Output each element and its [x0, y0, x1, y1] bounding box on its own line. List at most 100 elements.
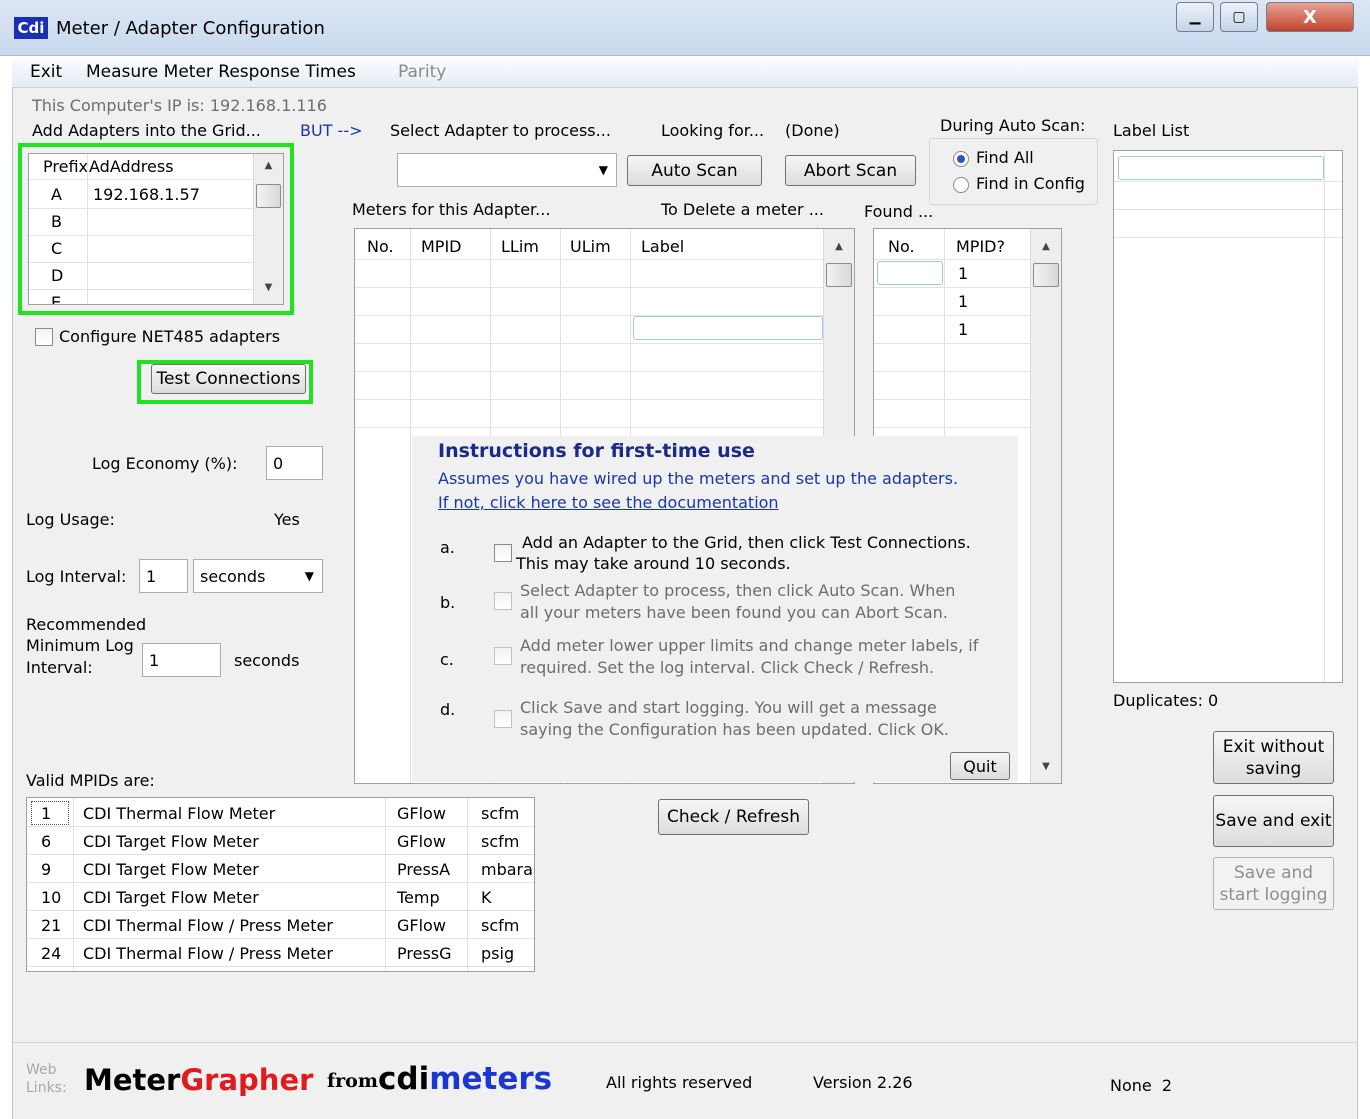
found-grid-scrollbar[interactable]: ▲ ▼: [1030, 229, 1061, 783]
step-letter: b.: [440, 593, 456, 612]
abort-scan-button[interactable]: Abort Scan: [785, 155, 916, 186]
log-interval-unit-value: seconds: [200, 566, 266, 586]
test-connections-button[interactable]: Test Connections: [151, 364, 306, 394]
scroll-down-icon[interactable]: ▼: [254, 282, 283, 293]
duplicates-count: Duplicates: 0: [1113, 691, 1219, 710]
meters-for-adapter-text: Meters for this Adapter...: [352, 200, 551, 219]
mpid-unit: scfm: [481, 916, 520, 935]
menu-parity[interactable]: Parity: [398, 62, 446, 82]
step-letter: a.: [440, 538, 455, 557]
mpid-id: 10: [41, 888, 62, 907]
log-interval-unit-select[interactable]: seconds ▼: [193, 559, 323, 593]
looking-status: (Done): [785, 121, 840, 140]
menu-measure-response-times[interactable]: Measure Meter Response Times: [86, 62, 356, 82]
step-checkbox[interactable]: [494, 544, 512, 562]
log-usage-value: Yes: [274, 510, 300, 529]
step-line1: Click Save and start logging. You will g…: [520, 698, 937, 717]
step-line2: all your meters have been found you can …: [520, 603, 948, 622]
button-label-line1: Exit without: [1222, 736, 1325, 757]
mpid-id: 1: [41, 804, 52, 823]
step-checkbox[interactable]: [494, 592, 512, 610]
recommended-interval-value: 1: [142, 643, 221, 677]
chevron-down-icon: ▼: [304, 569, 314, 583]
looking-for-text: Looking for...: [661, 121, 765, 140]
select-adapter-dropdown[interactable]: ▼: [397, 153, 617, 187]
mpid-id: 24: [41, 944, 62, 963]
grid-row-address[interactable]: 192.168.1.57: [93, 185, 200, 204]
mpid-type: GFlow: [397, 832, 446, 851]
log-usage-label: Log Usage:: [26, 510, 115, 529]
label-list-edit-cell[interactable]: [1118, 156, 1324, 180]
scroll-up-icon[interactable]: ▲: [1031, 241, 1061, 252]
close-button[interactable]: X: [1266, 2, 1354, 32]
find-in-config-radio[interactable]: [953, 177, 969, 193]
valid-mpids-table[interactable]: 1 CDI Thermal Flow Meter GFlow scfm 6 CD…: [26, 797, 535, 972]
col-header-mpid: MPID?: [956, 237, 1005, 256]
found-mpid: 1: [958, 292, 969, 311]
save-and-start-logging-button[interactable]: Save and start logging: [1213, 857, 1334, 910]
adapter-grid-scrollbar[interactable]: ▲ ▼: [253, 154, 283, 304]
mpid-unit: K: [481, 888, 492, 907]
net485-checkbox[interactable]: [35, 328, 53, 346]
log-economy-input[interactable]: 0: [266, 446, 323, 480]
scroll-up-icon[interactable]: ▲: [254, 160, 283, 171]
mpid-name: CDI Target Flow Meter: [83, 888, 259, 907]
mpid-type: Temp: [397, 888, 440, 907]
mpid-unit: scfm: [481, 804, 520, 823]
button-label-line1: Save and: [1233, 862, 1314, 883]
exit-without-saving-button[interactable]: Exit without saving: [1213, 731, 1334, 784]
check-refresh-button[interactable]: Check / Refresh: [658, 799, 809, 835]
auto-scan-button[interactable]: Auto Scan: [627, 155, 762, 186]
links-label: Links:: [26, 1080, 67, 1096]
metergrapher-logo[interactable]: MeterGrapher: [84, 1063, 313, 1097]
quit-button[interactable]: Quit: [950, 752, 1010, 780]
save-and-exit-button[interactable]: Save and exit: [1213, 795, 1334, 847]
documentation-link[interactable]: If not, click here to see the documentat…: [438, 493, 779, 512]
scroll-up-icon[interactable]: ▲: [824, 241, 854, 252]
grid-row-prefix: B: [51, 212, 62, 231]
found-mpid: 1: [958, 320, 969, 339]
recommended-label-1: Recommended: [26, 615, 147, 634]
mpid-id: 9: [41, 860, 52, 879]
add-adapters-text: Add Adapters into the Grid...: [32, 121, 261, 140]
found-mpid: 1: [958, 264, 969, 283]
step-line2: This may take around 10 seconds.: [516, 554, 791, 573]
mpid-name: CDI Thermal Flow / Press Meter: [83, 916, 333, 935]
mpid-unit: mbara: [481, 860, 533, 879]
minimize-button[interactable]: ▁: [1176, 2, 1214, 32]
step-checkbox[interactable]: [494, 647, 512, 665]
label-edit-cell[interactable]: [633, 316, 823, 340]
minimize-icon: ▁: [1189, 9, 1201, 25]
version-text: Version 2.26: [813, 1073, 913, 1092]
log-interval-label: Log Interval:: [26, 567, 127, 586]
title-bar: Cdi Meter / Adapter Configuration ▁ ▢ X: [0, 0, 1370, 56]
grid-row-prefix: D: [51, 266, 64, 285]
step-line1: Add meter lower upper limits and change …: [520, 636, 979, 655]
mpid-type: GFlow: [397, 804, 446, 823]
menu-exit[interactable]: Exit: [30, 62, 62, 82]
menu-bar: Exit Measure Meter Response Times Parity: [12, 58, 1358, 88]
col-header-llim: LLim: [501, 237, 539, 256]
maximize-button[interactable]: ▢: [1220, 2, 1258, 32]
close-icon: X: [1303, 6, 1317, 28]
mpid-type: PressG: [397, 944, 452, 963]
brand-meters: meters: [429, 1061, 553, 1097]
grid-row-prefix: A: [51, 185, 62, 204]
grid-row-prefix: C: [51, 239, 63, 258]
scroll-down-icon[interactable]: ▼: [1031, 761, 1061, 772]
footer-divider: [12, 1042, 1358, 1043]
mpid-name: CDI Thermal Flow Meter: [83, 804, 276, 823]
cdimeters-logo[interactable]: cdimeters: [378, 1061, 552, 1097]
col-header-label: Label: [641, 237, 685, 256]
label-list[interactable]: [1113, 150, 1343, 683]
find-all-radio[interactable]: [953, 151, 969, 167]
found-edit-cell[interactable]: [877, 261, 943, 285]
mpid-id: 21: [41, 916, 62, 935]
recommended-label-2: Minimum Log: [26, 636, 134, 655]
step-checkbox[interactable]: [494, 710, 512, 728]
log-interval-input[interactable]: 1: [139, 559, 188, 593]
col-header-prefix: Prefix: [43, 157, 88, 176]
but-arrow-text: BUT -->: [300, 121, 363, 140]
adapter-grid[interactable]: Prefix AdAddress A 192.168.1.57 B C D E …: [28, 153, 284, 305]
step-line2: required. Set the log interval. Click Ch…: [520, 658, 935, 677]
